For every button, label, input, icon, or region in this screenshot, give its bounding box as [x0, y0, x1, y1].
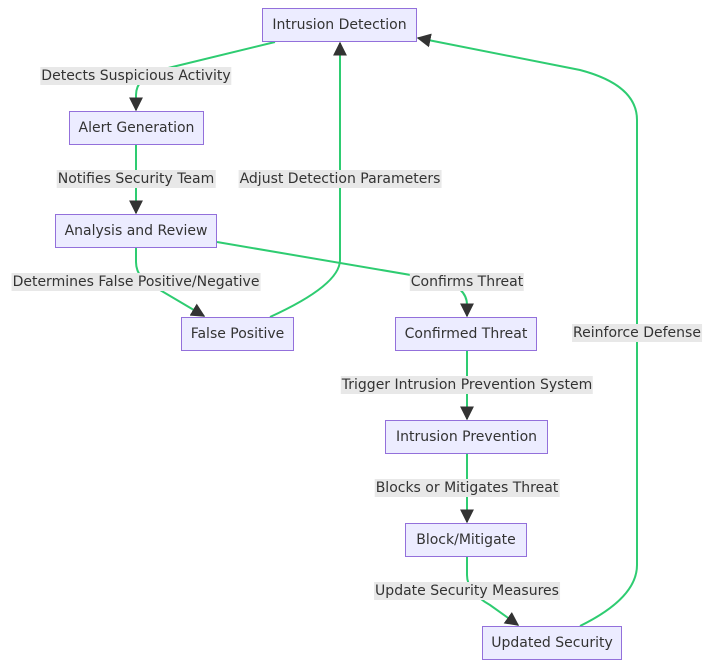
edge-label-notifies: Notifies Security Team	[56, 170, 216, 188]
node-alert-generation[interactable]: Alert Generation	[69, 111, 204, 145]
edge-label-determines: Determines False Positive/Negative	[11, 273, 261, 291]
node-updated-security[interactable]: Updated Security	[482, 626, 622, 660]
node-analysis-review[interactable]: Analysis and Review	[55, 214, 217, 248]
node-confirmed-threat[interactable]: Confirmed Threat	[395, 317, 537, 351]
node-false-positive[interactable]: False Positive	[181, 317, 294, 351]
edge-label-update: Update Security Measures	[374, 582, 560, 600]
flowchart: Intrusion Detection Alert Generation Ana…	[0, 0, 711, 668]
node-intrusion-detection[interactable]: Intrusion Detection	[262, 8, 417, 42]
edge-label-confirms: Confirms Threat	[409, 273, 525, 291]
edge-label-trigger: Trigger Intrusion Prevention System	[340, 376, 594, 394]
node-intrusion-prevention[interactable]: Intrusion Prevention	[385, 420, 548, 454]
edge-label-detects: Detects Suspicious Activity	[40, 67, 232, 85]
edge-label-blocks: Blocks or Mitigates Threat	[374, 479, 560, 497]
edge-label-reinforce: Reinforce Defense	[572, 324, 702, 342]
edge-label-adjust: Adjust Detection Parameters	[238, 170, 442, 188]
node-block-mitigate[interactable]: Block/Mitigate	[405, 523, 527, 557]
